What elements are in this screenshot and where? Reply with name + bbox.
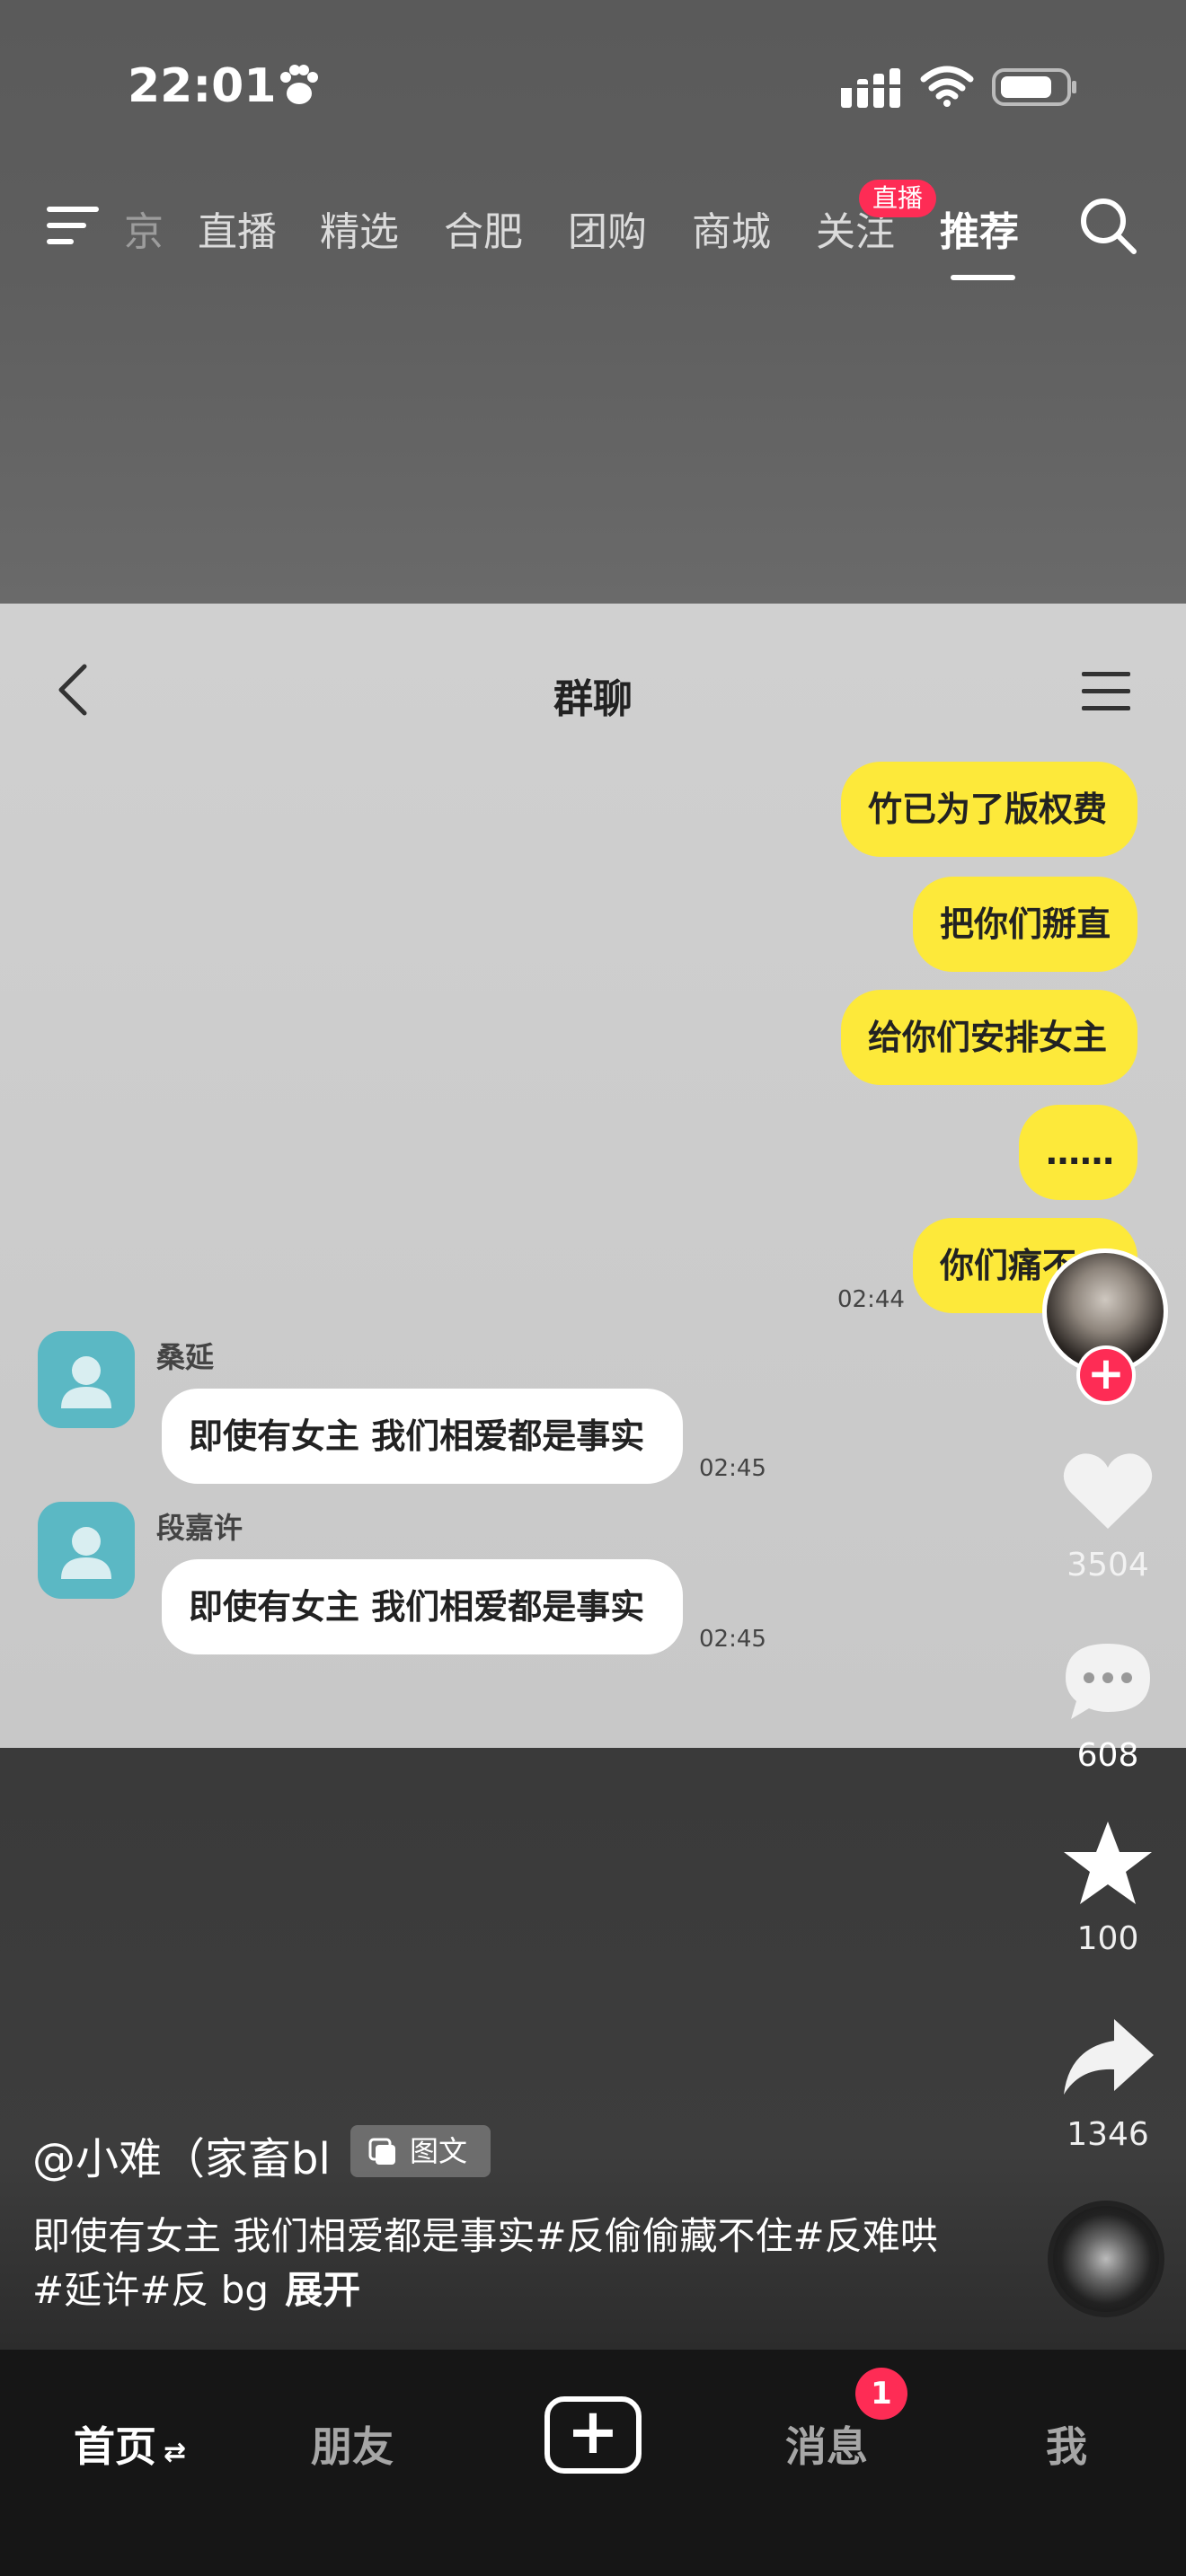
- nav-home-label: 首页: [74, 2422, 156, 2471]
- post-image[interactable]: 群聊 竹已为了版权费 把你们掰直 给你们安排女主 …… 你们痛不 02:44 桑…: [0, 604, 1186, 1774]
- caption-text: 即使有女主 我们相爱都是事实#反偷偷藏不住#反难哄#延许#反 bg: [32, 2214, 938, 2312]
- battery-icon: [992, 68, 1076, 106]
- live-badge: 直播: [859, 180, 936, 217]
- share-arrow-icon[interactable]: [1058, 2012, 1157, 2102]
- app-screen: 22:01 京 直播 精选 合肥 团购 商城 关注 直播 推荐 群聊 竹已为了版…: [0, 0, 1186, 2576]
- person-icon: [61, 1527, 111, 1579]
- comment-count: 608: [1076, 1737, 1139, 1774]
- chat-sender-name: 段嘉许: [156, 1511, 243, 1545]
- nav-friends[interactable]: 朋友: [311, 2414, 394, 2474]
- nav-me[interactable]: 我: [1046, 2414, 1087, 2474]
- status-time: 22:01: [128, 59, 277, 113]
- nav-home[interactable]: 首页 ⇄: [74, 2414, 186, 2474]
- post-type-label: 图文: [410, 2134, 468, 2168]
- post-type-badge: 图文: [350, 2125, 491, 2177]
- chat-bubble-me: 竹已为了版权费: [841, 762, 1137, 857]
- tab-mall[interactable]: 商城: [692, 199, 771, 257]
- chat-bubble-other: 即使有女主 我们相爱都是事实: [162, 1389, 683, 1484]
- messages-badge: 1: [855, 2368, 907, 2420]
- chat-menu-icon: [1082, 672, 1130, 710]
- chat-avatar: [38, 1502, 135, 1599]
- wifi-icon: [920, 66, 974, 107]
- expand-link[interactable]: 展开: [285, 2268, 360, 2312]
- tab-live[interactable]: 直播: [198, 199, 277, 257]
- chat-timestamp: 02:44: [837, 1286, 905, 1313]
- post-caption[interactable]: 即使有女主 我们相爱都是事实#反偷偷藏不住#反难哄#延许#反 bg 展开: [32, 2210, 967, 2317]
- author-name[interactable]: @小难（家畜bl: [32, 2123, 331, 2186]
- tab-partial[interactable]: 京: [124, 199, 164, 257]
- paw-icon: [280, 65, 318, 104]
- comment-icon[interactable]: [1058, 1636, 1157, 1726]
- share-count: 1346: [1067, 2116, 1149, 2153]
- chat-bubble-me: 把你们掰直: [913, 877, 1137, 972]
- tab-recommended[interactable]: 推荐: [940, 199, 1019, 257]
- signal-icon: [841, 68, 900, 108]
- chat-bubble-me: 给你们安排女主: [841, 990, 1137, 1085]
- add-post-button[interactable]: +: [544, 2396, 642, 2474]
- active-tab-indicator: [951, 275, 1015, 280]
- chat-sender-name: 桑延: [156, 1340, 215, 1374]
- chat-avatar: [38, 1331, 135, 1428]
- nav-messages[interactable]: 消息: [785, 2414, 868, 2474]
- tab-featured[interactable]: 精选: [320, 199, 399, 257]
- bottom-nav: 首页 ⇄ 朋友 + 消息 1 我: [0, 2350, 1186, 2576]
- tab-hefei[interactable]: 合肥: [444, 199, 523, 257]
- like-count: 3504: [1067, 1547, 1149, 1584]
- image-post-icon: [368, 2138, 395, 2165]
- favorite-count: 100: [1076, 1920, 1139, 1957]
- tab-group-buy[interactable]: 团购: [568, 199, 647, 257]
- chat-bubble-me: ……: [1019, 1105, 1137, 1200]
- chat-timestamp: 02:45: [699, 1626, 766, 1653]
- favorite-star-icon[interactable]: [1058, 1818, 1157, 1908]
- swap-icon: ⇄: [164, 2437, 187, 2468]
- menu-icon[interactable]: [47, 203, 102, 250]
- person-icon: [61, 1356, 111, 1408]
- follow-plus-button[interactable]: +: [1076, 1345, 1136, 1405]
- chat-timestamp: 02:45: [699, 1455, 766, 1482]
- like-heart-icon[interactable]: [1058, 1446, 1157, 1536]
- chat-bubble-other: 即使有女主 我们相爱都是事实: [162, 1559, 683, 1654]
- chat-title: 群聊: [553, 676, 633, 722]
- search-icon[interactable]: [1078, 196, 1139, 257]
- music-disc[interactable]: [1048, 2201, 1164, 2317]
